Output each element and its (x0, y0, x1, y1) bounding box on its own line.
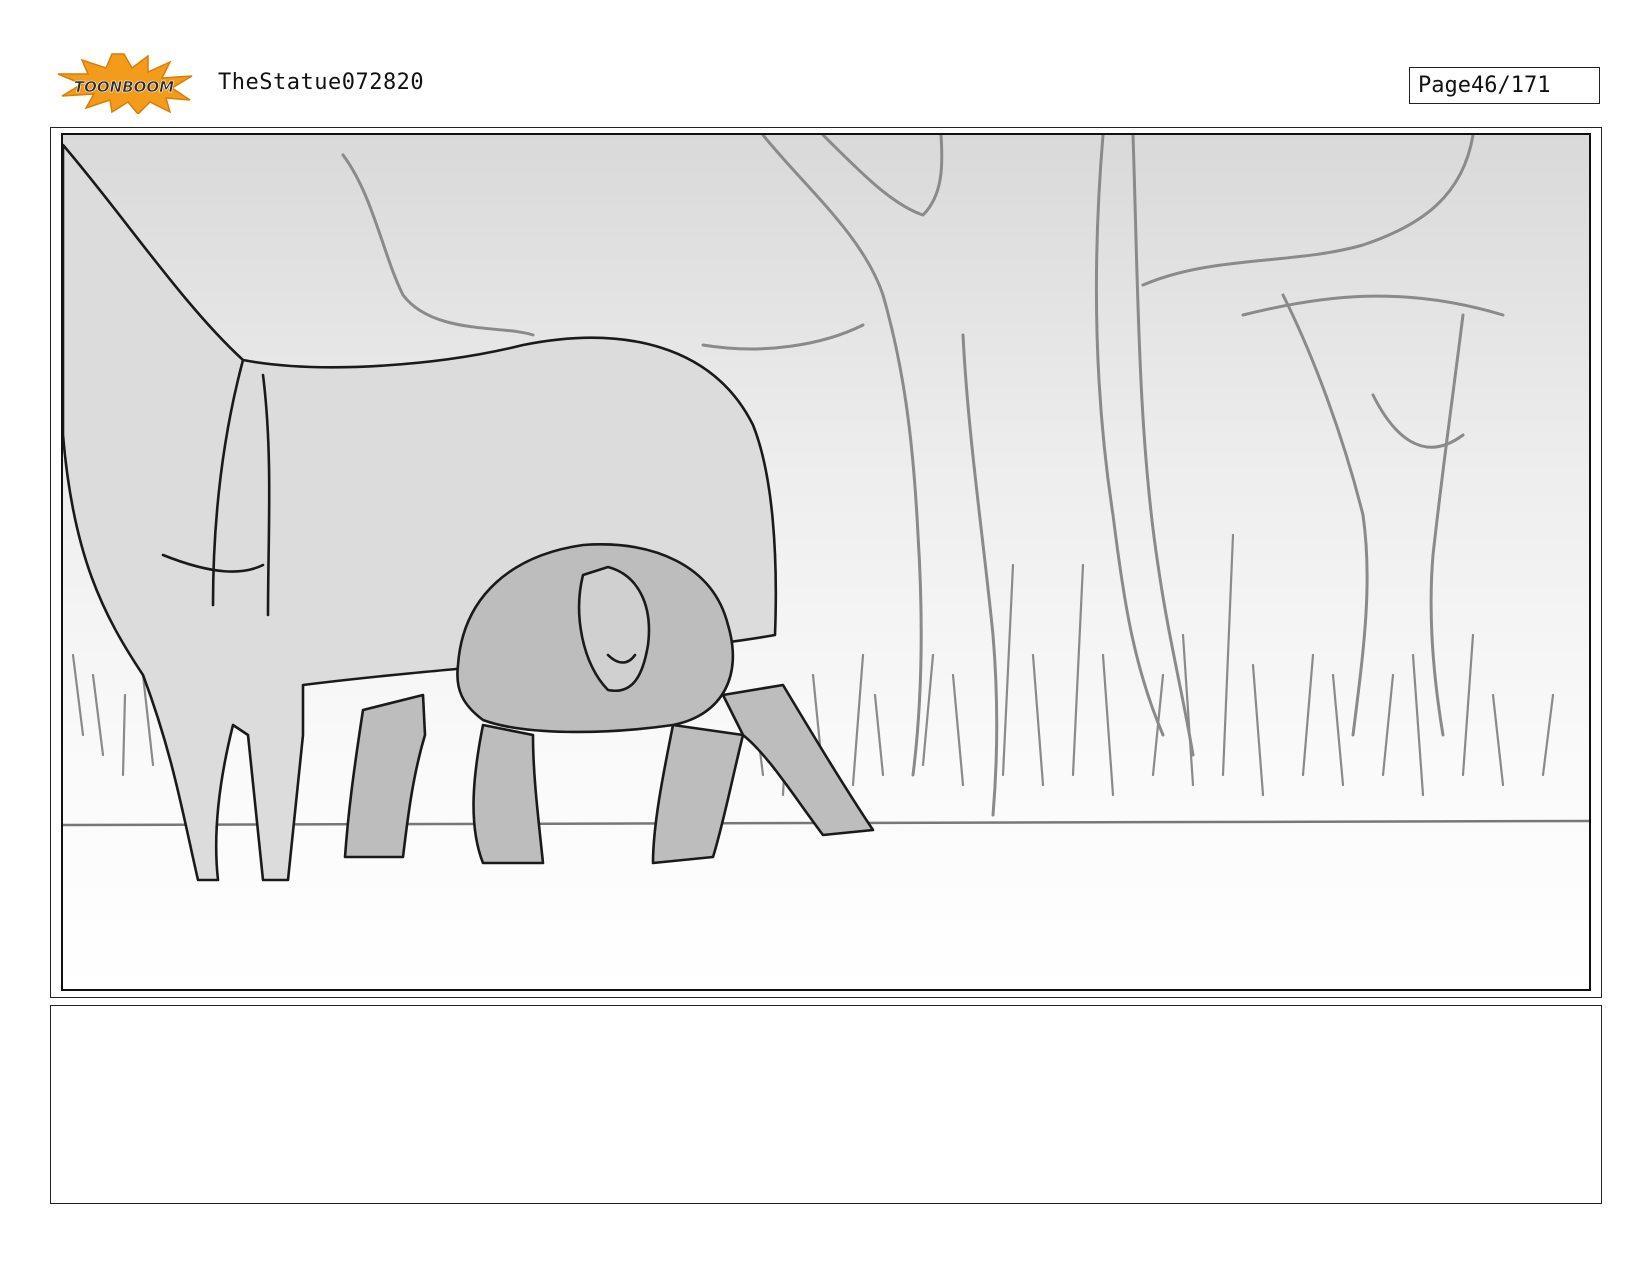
page-number: 46/171 (1470, 73, 1551, 98)
storyboard-panel-image (61, 133, 1591, 991)
logo-text: TOONBOOM (74, 78, 174, 96)
page-label: Page (1418, 73, 1471, 98)
toonboom-logo: TOONBOOM (57, 53, 193, 114)
page-indicator: Page 46/171 (1409, 67, 1600, 104)
project-title: TheStatue072820 (218, 70, 425, 95)
panel-sketch (63, 135, 1589, 882)
caption-box (50, 1005, 1602, 1204)
header: TOONBOOM TheStatue072820 Page 46/171 (0, 0, 1648, 120)
